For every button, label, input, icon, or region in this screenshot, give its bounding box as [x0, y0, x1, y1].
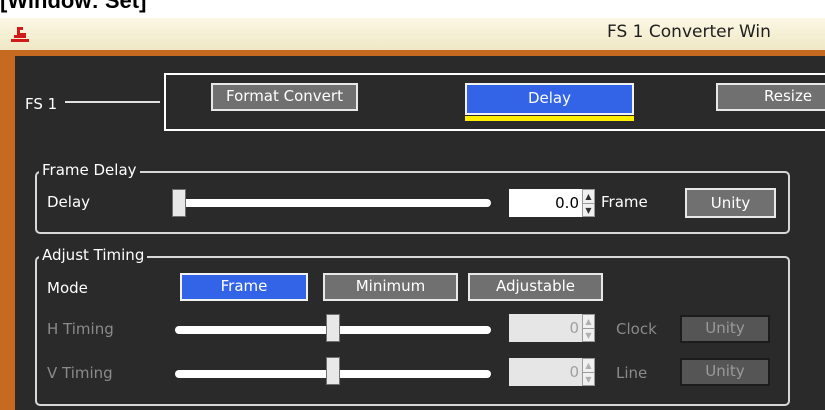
delay-slider[interactable]: [175, 199, 491, 207]
client-area: FS 1 Format Convert Delay Resize Frame D…: [15, 56, 825, 410]
v-timing-unity-button[interactable]: Unity: [680, 358, 770, 386]
spin-up-icon[interactable]: ▲: [583, 190, 594, 203]
v-timing-spinner[interactable]: ▲ ▼: [582, 358, 595, 386]
v-timing-value-field[interactable]: 0: [509, 358, 582, 386]
v-timing-slider-thumb[interactable]: [326, 357, 340, 385]
spin-down-icon[interactable]: ▼: [583, 328, 594, 342]
delay-unity-button[interactable]: Unity: [685, 188, 776, 218]
mode-frame-button[interactable]: Frame: [180, 273, 308, 301]
h-timing-label: H Timing: [47, 320, 114, 338]
active-tab-indicator: [465, 116, 634, 121]
h-timing-value-field[interactable]: 0: [509, 314, 582, 342]
mode-adjustable-button[interactable]: Adjustable: [468, 273, 603, 301]
delay-button[interactable]: Delay: [465, 83, 634, 115]
h-timing-unity-button[interactable]: Unity: [680, 315, 770, 343]
window-title: FS 1 Converter Win: [607, 22, 771, 42]
title-bar[interactable]: FS 1 Converter Win: [0, 18, 825, 50]
spin-up-icon[interactable]: ▲: [583, 315, 594, 328]
delay-spinner[interactable]: ▲ ▼: [582, 189, 595, 217]
spin-up-icon[interactable]: ▲: [583, 359, 594, 372]
app-logo-icon: [11, 27, 29, 42]
spin-down-icon[interactable]: ▼: [583, 372, 594, 386]
h-timing-spinner[interactable]: ▲ ▼: [582, 314, 595, 342]
window-caption: [Window: Set]: [0, 0, 147, 13]
v-timing-unit-label: Line: [616, 364, 648, 382]
delay-slider-thumb[interactable]: [172, 189, 186, 217]
delay-label: Delay: [47, 193, 91, 211]
mode-minimum-button[interactable]: Minimum: [323, 273, 458, 301]
fs-connector-line: [65, 101, 160, 103]
delay-value-field[interactable]: 0.0: [509, 189, 582, 217]
adjust-timing-group-title: Adjust Timing: [39, 246, 148, 264]
resize-button[interactable]: Resize: [716, 83, 825, 111]
fs-label: FS 1: [25, 95, 58, 113]
converter-window: FS 1 Converter Win FS 1 Format Convert D…: [0, 18, 825, 410]
format-convert-button[interactable]: Format Convert: [211, 83, 358, 111]
mode-label: Mode: [47, 279, 88, 297]
v-timing-label: V Timing: [47, 364, 113, 382]
delay-unit-label: Frame: [601, 193, 648, 211]
spin-down-icon[interactable]: ▼: [583, 203, 594, 217]
h-timing-unit-label: Clock: [616, 320, 657, 338]
frame-delay-group-title: Frame Delay: [39, 161, 140, 179]
h-timing-slider-thumb[interactable]: [326, 314, 340, 342]
